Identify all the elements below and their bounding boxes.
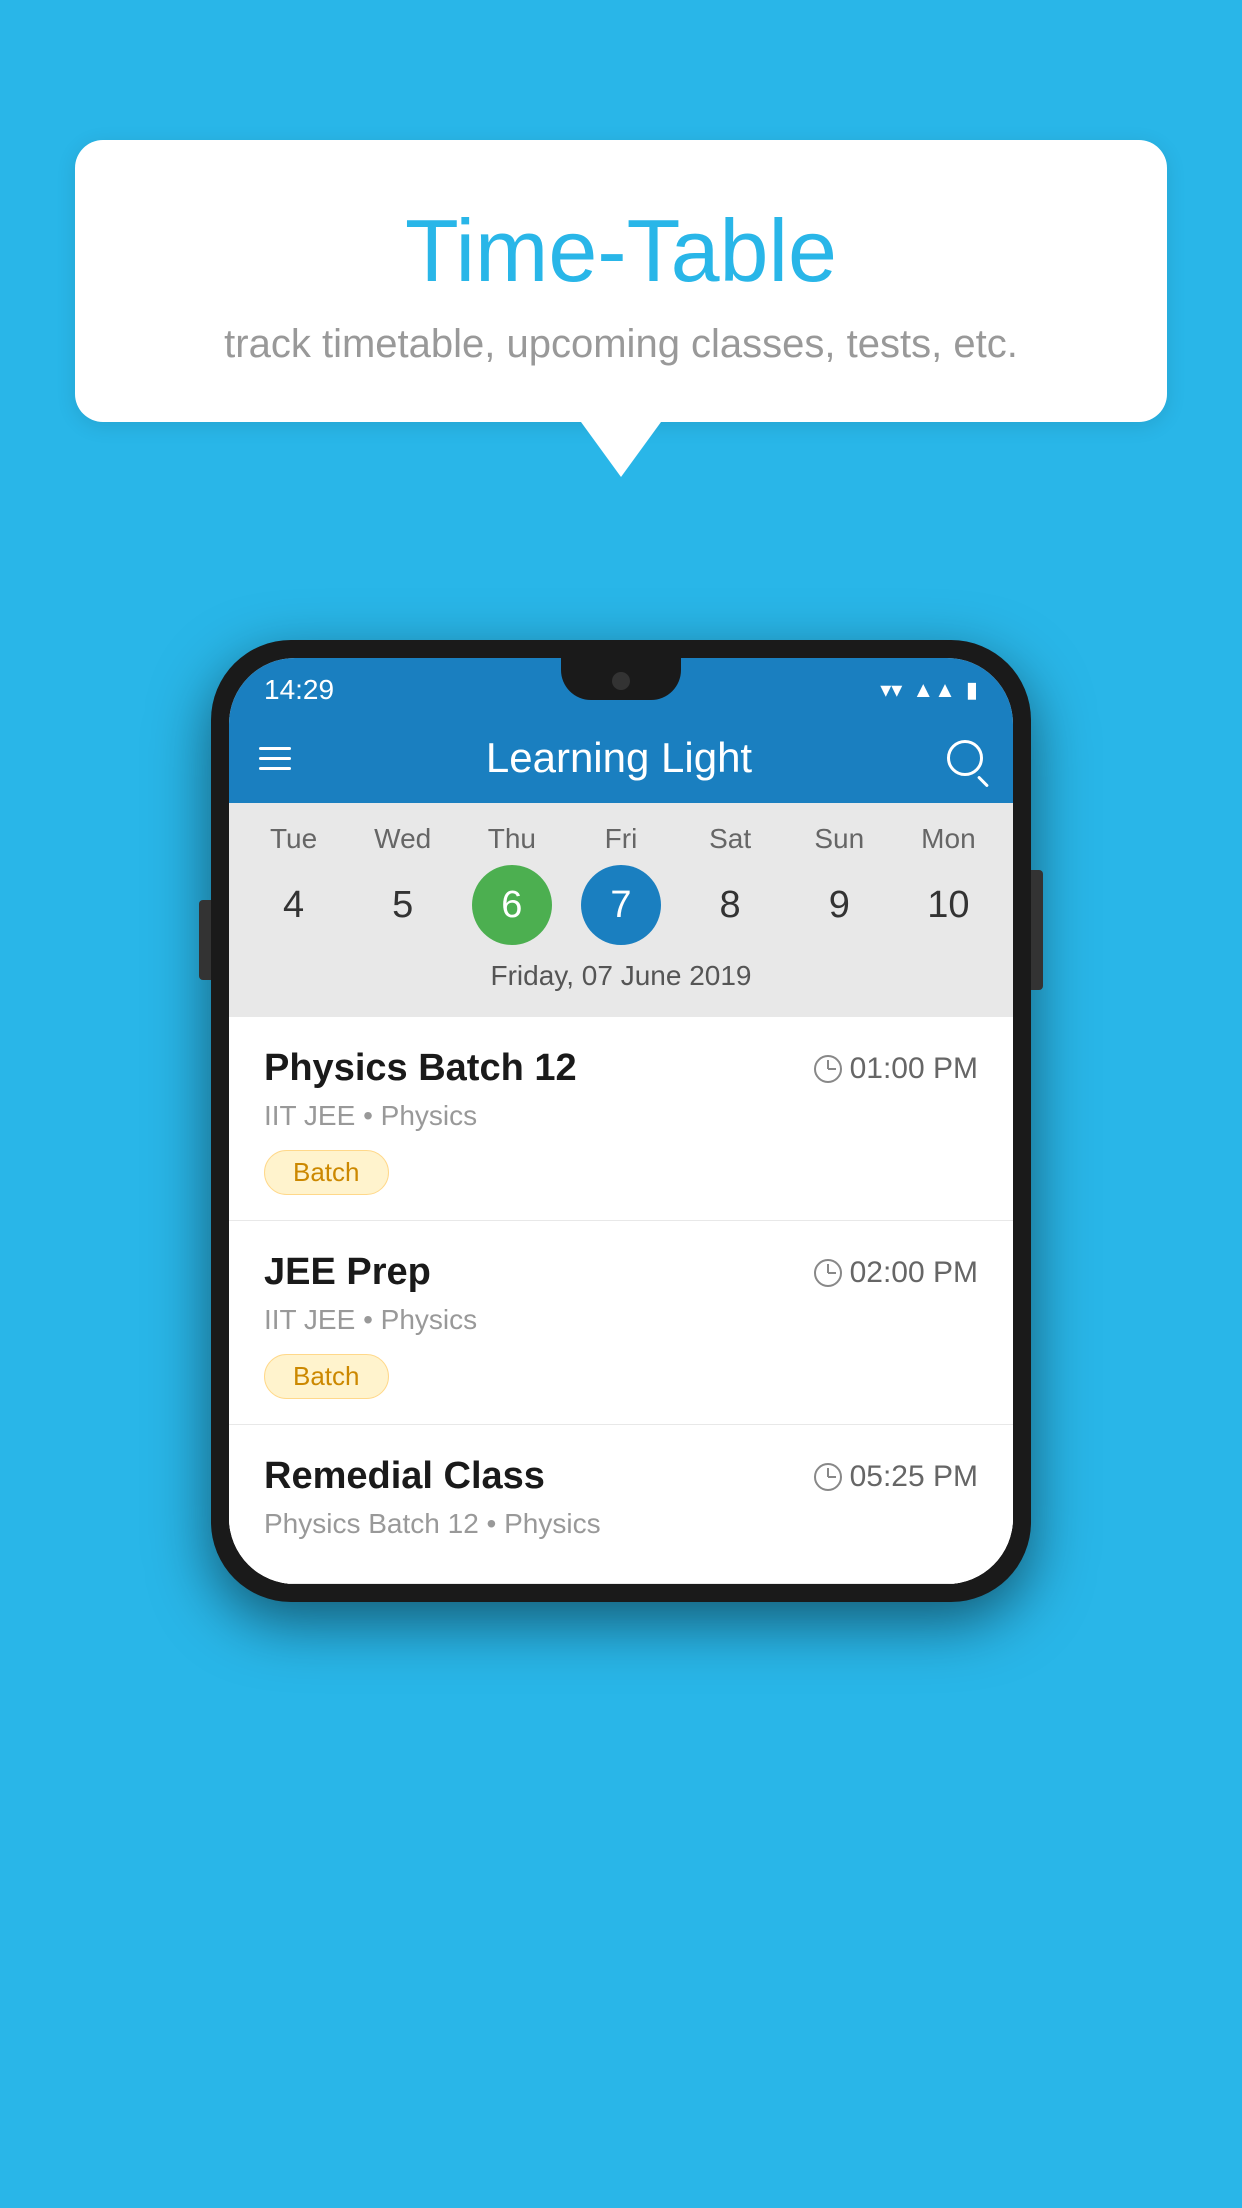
class-item-header-1: Physics Batch 12 01:00 PM	[264, 1047, 978, 1090]
calendar-day-sun: Sun	[792, 823, 887, 855]
calendar-header: Tue Wed Thu Fri Sat Sun Mon 4 5 6 7 8 9 …	[229, 803, 1013, 1017]
app-bar-title: Learning Light	[486, 734, 752, 782]
hamburger-menu-icon[interactable]	[259, 747, 291, 770]
phone-outer: 14:29 ▾▾ ▲▲ ▮ Learning Light	[211, 640, 1031, 1602]
calendar-date-4[interactable]: 4	[254, 865, 334, 945]
battery-icon: ▮	[966, 677, 978, 703]
calendar-date-8[interactable]: 8	[690, 865, 770, 945]
class-item-physics-batch-12[interactable]: Physics Batch 12 01:00 PM IIT JEE • Phys…	[229, 1017, 1013, 1221]
notch-camera	[612, 672, 630, 690]
class-time-label-2: 02:00 PM	[850, 1256, 978, 1290]
class-item-jee-prep[interactable]: JEE Prep 02:00 PM IIT JEE • Physics Batc…	[229, 1221, 1013, 1425]
clock-icon-1	[814, 1055, 842, 1083]
batch-badge-2: Batch	[264, 1354, 389, 1399]
class-title-1: Physics Batch 12	[264, 1047, 577, 1090]
wifi-icon: ▾▾	[880, 677, 902, 703]
signal-icon: ▲▲	[912, 677, 956, 703]
class-item-remedial[interactable]: Remedial Class 05:25 PM Physics Batch 12…	[229, 1425, 1013, 1584]
class-time-2: 02:00 PM	[814, 1256, 978, 1290]
speech-bubble-arrow	[581, 422, 661, 477]
calendar-days-row: Tue Wed Thu Fri Sat Sun Mon	[229, 823, 1013, 855]
calendar-day-fri: Fri	[573, 823, 668, 855]
class-time-label-3: 05:25 PM	[850, 1460, 978, 1494]
clock-icon-3	[814, 1463, 842, 1491]
calendar-day-mon: Mon	[901, 823, 996, 855]
phone-screen: 14:29 ▾▾ ▲▲ ▮ Learning Light	[229, 658, 1013, 1584]
class-item-header-2: JEE Prep 02:00 PM	[264, 1251, 978, 1294]
calendar-date-10[interactable]: 10	[908, 865, 988, 945]
app-bar: Learning Light	[229, 713, 1013, 803]
class-subtitle-3: Physics Batch 12 • Physics	[264, 1508, 978, 1540]
phone-wrapper: 14:29 ▾▾ ▲▲ ▮ Learning Light	[211, 640, 1031, 1602]
class-subtitle-1: IIT JEE • Physics	[264, 1100, 978, 1132]
class-time-label-1: 01:00 PM	[850, 1052, 978, 1086]
status-time: 14:29	[264, 674, 334, 706]
class-title-2: JEE Prep	[264, 1251, 431, 1294]
clock-icon-2	[814, 1259, 842, 1287]
search-icon[interactable]	[947, 740, 983, 776]
phone-notch	[561, 658, 681, 700]
calendar-day-thu: Thu	[464, 823, 559, 855]
class-title-3: Remedial Class	[264, 1455, 545, 1498]
class-time-3: 05:25 PM	[814, 1460, 978, 1494]
calendar-selected-date-label: Friday, 07 June 2019	[229, 960, 1013, 1007]
calendar-date-5[interactable]: 5	[363, 865, 443, 945]
calendar-date-7-selected[interactable]: 7	[581, 865, 661, 945]
speech-bubble-container: Time-Table track timetable, upcoming cla…	[75, 140, 1167, 477]
class-list: Physics Batch 12 01:00 PM IIT JEE • Phys…	[229, 1017, 1013, 1584]
calendar-day-tue: Tue	[246, 823, 341, 855]
status-icons: ▾▾ ▲▲ ▮	[880, 677, 978, 703]
calendar-dates-row: 4 5 6 7 8 9 10	[229, 855, 1013, 960]
calendar-day-wed: Wed	[355, 823, 450, 855]
class-item-header-3: Remedial Class 05:25 PM	[264, 1455, 978, 1498]
calendar-date-6-today[interactable]: 6	[472, 865, 552, 945]
class-subtitle-2: IIT JEE • Physics	[264, 1304, 978, 1336]
speech-bubble-subtitle: track timetable, upcoming classes, tests…	[145, 322, 1097, 367]
class-time-1: 01:00 PM	[814, 1052, 978, 1086]
speech-bubble-title: Time-Table	[145, 200, 1097, 302]
speech-bubble: Time-Table track timetable, upcoming cla…	[75, 140, 1167, 422]
calendar-date-9[interactable]: 9	[799, 865, 879, 945]
calendar-day-sat: Sat	[683, 823, 778, 855]
batch-badge-1: Batch	[264, 1150, 389, 1195]
